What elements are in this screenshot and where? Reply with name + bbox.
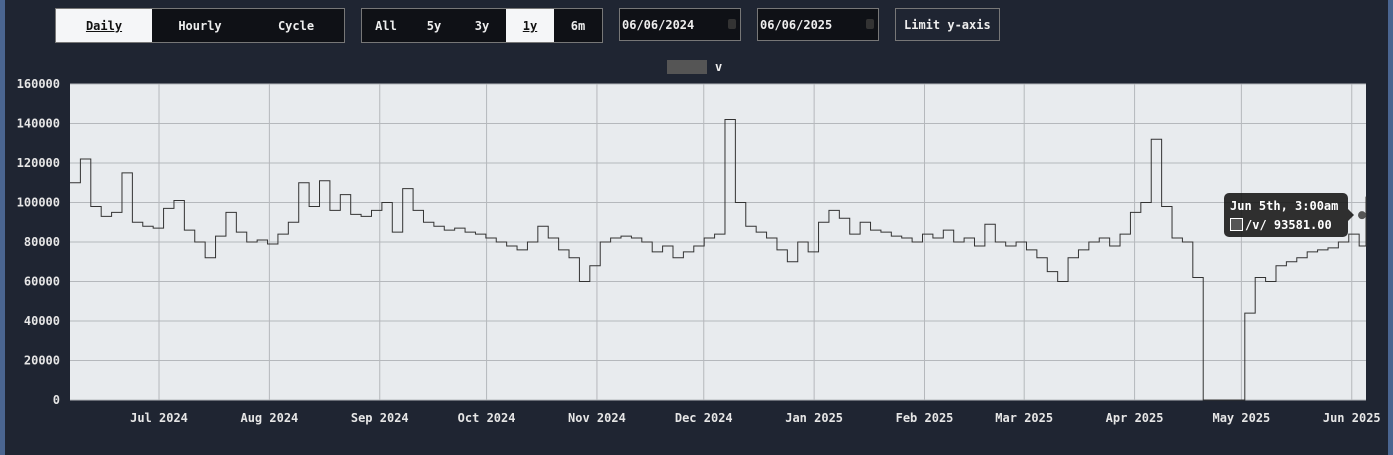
x-tick-label: Aug 2024 [240, 411, 298, 425]
y-tick-label: 100000 [17, 196, 60, 210]
x-tick-label: Sep 2024 [351, 411, 409, 425]
tooltip-title: Jun 5th, 3:00am [1230, 199, 1339, 213]
y-tick-label: 160000 [17, 77, 60, 91]
y-tick-label: 60000 [24, 275, 60, 289]
y-tick-label: 20000 [24, 354, 60, 368]
y-tick-label: 0 [53, 393, 60, 407]
x-tick-label: May 2025 [1212, 411, 1270, 425]
x-tick-label: Jul 2024 [130, 411, 188, 425]
hover-point [1358, 211, 1366, 220]
x-tick-label: Oct 2024 [458, 411, 516, 425]
x-tick-label: Nov 2024 [568, 411, 626, 425]
x-tick-label: Jun 2025 [1323, 411, 1381, 425]
y-tick-label: 120000 [17, 156, 60, 170]
x-tick-label: Mar 2025 [995, 411, 1053, 425]
tooltip-series: /v/ [1245, 218, 1267, 232]
y-tick-label: 40000 [24, 314, 60, 328]
y-tick-label: 80000 [24, 235, 60, 249]
tooltip-swatch [1230, 218, 1243, 231]
tooltip-value: 93581.00 [1273, 218, 1332, 232]
y-tick-label: 140000 [17, 117, 60, 131]
x-tick-label: Apr 2025 [1106, 411, 1164, 425]
x-tick-label: Feb 2025 [896, 411, 954, 425]
chart-tooltip: Jun 5th, 3:00am /v/ 93581.00 [1224, 193, 1354, 237]
line-chart[interactable]: 0 20000 40000 60000 80000 100000 120000 140000 1… [0, 0, 1393, 455]
x-tick-label: Jan 2025 [785, 411, 843, 425]
x-tick-label: Dec 2024 [675, 411, 733, 425]
